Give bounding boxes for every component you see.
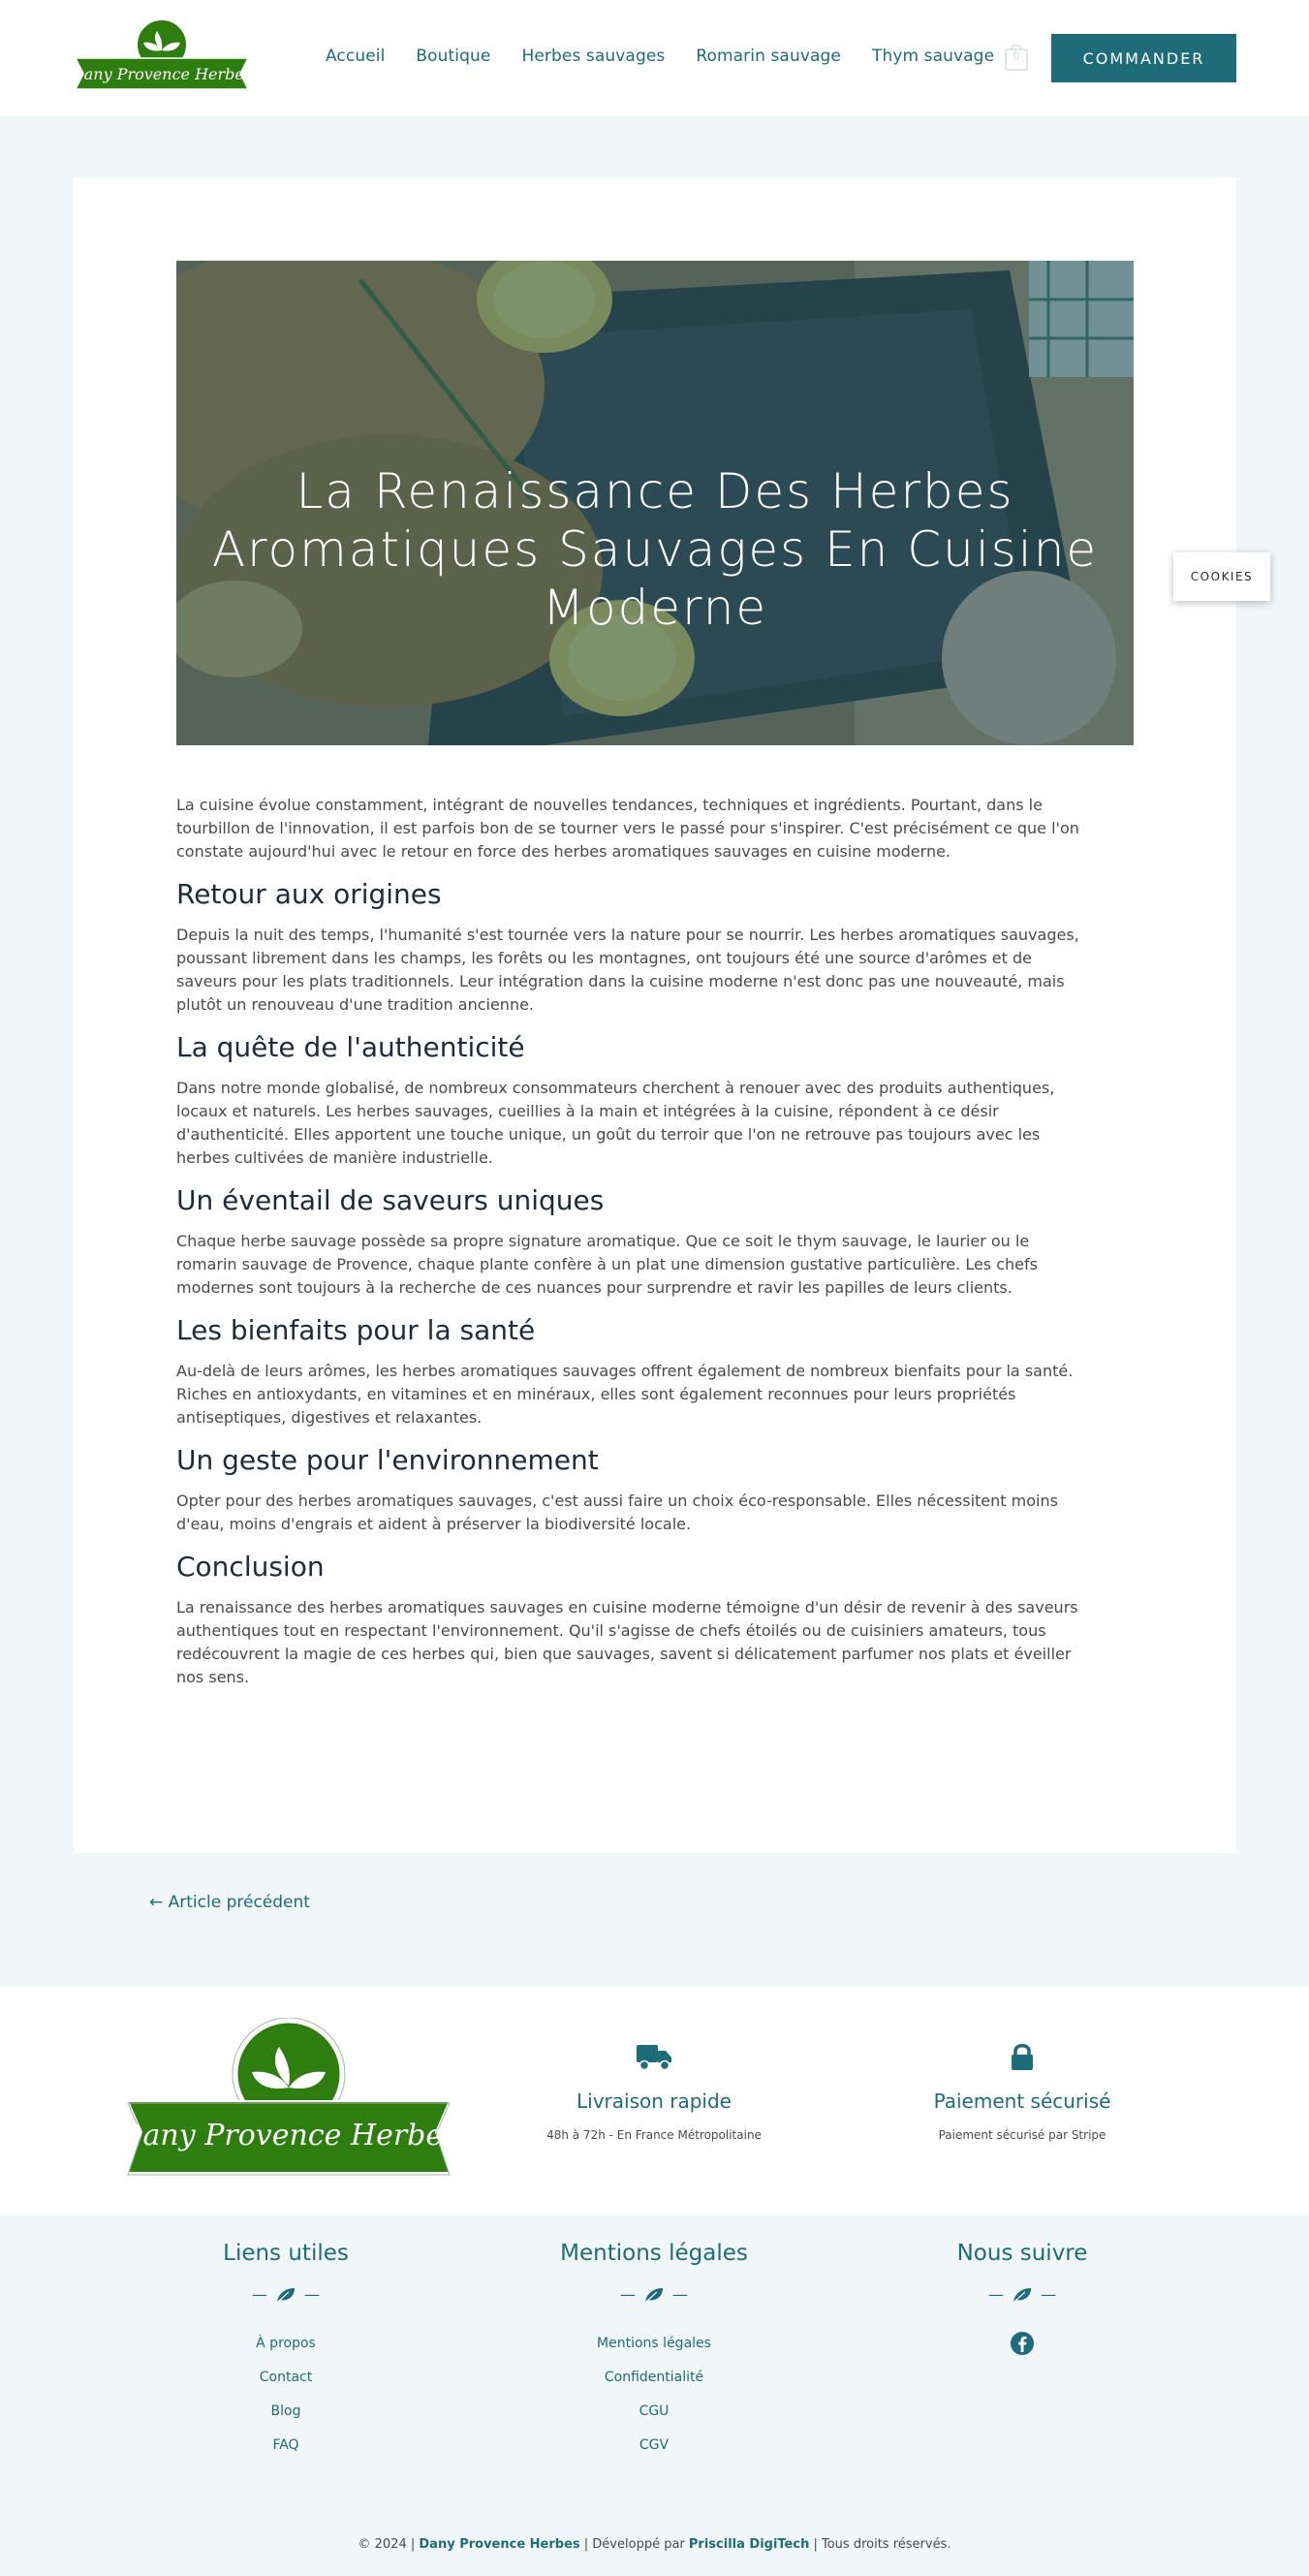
footer-link-cgv[interactable]: CGV — [639, 2437, 669, 2453]
feature-text: Paiement sécurisé par Stripe — [938, 2128, 1106, 2142]
section-heading: Un geste pour l'environnement — [176, 1444, 599, 1476]
section-text: La renaissance des herbes aromatiques sa… — [176, 1598, 1078, 1686]
section-heading: Les bienfaits pour la santé — [176, 1314, 536, 1346]
leaf-icon — [277, 2287, 295, 2302]
footer-link-blog[interactable]: Blog — [271, 2403, 301, 2419]
footer-logo-text: Dany Provence Herbes — [124, 2119, 453, 2152]
nav-romarin-sauvage[interactable]: Romarin sauvage — [696, 47, 841, 66]
footer-link-cgu[interactable]: CGU — [639, 2403, 670, 2419]
section-text: Chaque herbe sauvage possède sa propre s… — [176, 1232, 1038, 1297]
feature-delivery: Livraison rapide 48h à 72h - En France M… — [509, 2041, 799, 2142]
section-heading: Retour aux origines — [176, 878, 442, 910]
section-heading: Un éventail de saveurs uniques — [176, 1184, 605, 1216]
leaf-divider: — — — [988, 2285, 1056, 2304]
previous-article-link[interactable]: ← Article précédent — [149, 1893, 310, 1912]
lock-icon — [1012, 2044, 1033, 2070]
site-logo[interactable]: Dany Provence Herbes — [74, 16, 250, 101]
section-text: Au-delà de leurs arômes, les herbes arom… — [176, 1362, 1074, 1427]
order-button[interactable]: COMMANDER — [1051, 34, 1236, 82]
feature-payment: Paiement sécurisé Paiement sécurisé par … — [877, 2041, 1168, 2142]
leaf-icon — [1013, 2287, 1031, 2302]
logo-text: Dany Provence Herbes — [74, 65, 250, 83]
section-text: Dans notre monde globalisé, de nombreux … — [176, 1079, 1055, 1167]
leaf-divider: — — — [620, 2285, 688, 2304]
hero-banner: La Renaissance Des Herbes Aromatiques Sa… — [176, 261, 1134, 745]
footer-link-contact[interactable]: Contact — [260, 2370, 312, 2385]
footer-link-mentions-legales[interactable]: Mentions légales — [597, 2336, 711, 2351]
section-text: Opter pour des herbes aromatiques sauvag… — [176, 1492, 1058, 1533]
footer-col-follow: Nous suivre — — — [862, 2241, 1182, 2356]
footer-features: Dany Provence Herbes Livraison rapide 48… — [0, 1987, 1309, 2215]
footer-links: Liens utiles — — À propos Contact Blog F… — [0, 2215, 1309, 2576]
site-header: Dany Provence Herbes Accueil Boutique He… — [0, 0, 1309, 116]
leaf-divider: — — — [252, 2285, 320, 2304]
facebook-icon[interactable] — [1010, 2331, 1035, 2356]
section-text: Depuis la nuit des temps, l'humanité s'e… — [176, 926, 1079, 1014]
copyright: © 2024 | Dany Provence Herbes | Développ… — [0, 2537, 1309, 2552]
footer-col-title: Mentions légales — [560, 2241, 748, 2266]
footer-col-useful-links: Liens utiles — — À propos Contact Blog F… — [126, 2241, 446, 2468]
nav-boutique[interactable]: Boutique — [416, 47, 490, 66]
footer-col-legal: Mentions légales — — Mentions légales Co… — [494, 2241, 814, 2468]
section-heading: Conclusion — [176, 1551, 325, 1583]
footer-link-confidentialite[interactable]: Confidentialité — [605, 2370, 703, 2385]
nav-thym-sauvage[interactable]: Thym sauvage — [872, 47, 994, 66]
copyright-suffix: | Tous droits réservés. — [809, 2537, 951, 2552]
nav-herbes-sauvages[interactable]: Herbes sauvages — [521, 47, 665, 66]
footer-link-faq[interactable]: FAQ — [272, 2437, 298, 2453]
main-nav: Accueil Boutique Herbes sauvages Romarin… — [326, 47, 994, 66]
nav-accueil[interactable]: Accueil — [326, 47, 385, 66]
footer-link-a-propos[interactable]: À propos — [256, 2336, 316, 2351]
truck-icon — [637, 2045, 671, 2071]
leaf-icon — [645, 2287, 663, 2302]
article-title: La Renaissance Des Herbes Aromatiques Sa… — [211, 463, 1099, 636]
cart-icon[interactable]: 0 — [1003, 41, 1030, 72]
article-card: La Renaissance Des Herbes Aromatiques Sa… — [74, 177, 1236, 1853]
footer-col-title: Liens utiles — [223, 2241, 349, 2266]
feature-title: Livraison rapide — [577, 2089, 732, 2113]
copyright-developer[interactable]: Priscilla DigiTech — [689, 2537, 809, 2552]
footer-col-title: Nous suivre — [956, 2241, 1088, 2266]
copyright-brand[interactable]: Dany Provence Herbes — [419, 2537, 579, 2552]
copyright-middle: | Développé par — [579, 2537, 689, 2552]
cart-count: 0 — [1013, 49, 1020, 62]
section-heading: La quête de l'authenticité — [176, 1031, 525, 1063]
feature-text: 48h à 72h - En France Métropolitaine — [546, 2128, 762, 2142]
footer-logo[interactable]: Dany Provence Herbes — [124, 2018, 453, 2183]
article-intro: La cuisine évolue constamment, intégrant… — [176, 796, 1079, 861]
copyright-prefix: © 2024 | — [358, 2537, 420, 2552]
cookies-button[interactable]: COOKIES — [1173, 552, 1270, 601]
article-content: La cuisine évolue constamment, intégrant… — [176, 794, 1087, 1703]
feature-title: Paiement sécurisé — [933, 2089, 1111, 2113]
